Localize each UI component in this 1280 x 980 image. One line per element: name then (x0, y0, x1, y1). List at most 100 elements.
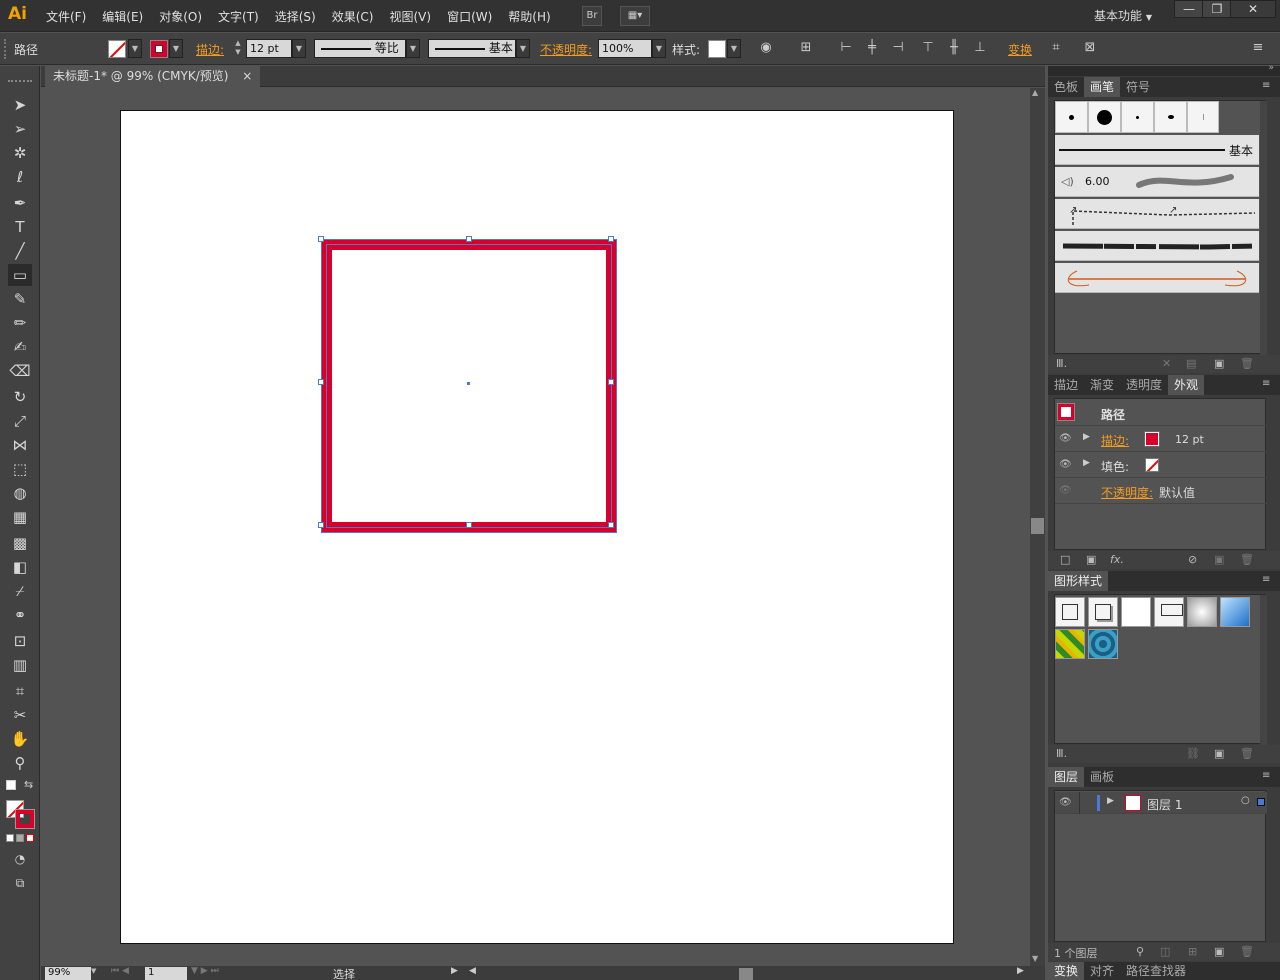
expand-triangle-icon[interactable]: ▶ (1083, 432, 1090, 442)
stroke-label-link[interactable]: 描边: (196, 41, 224, 58)
brush-swatch[interactable] (1121, 101, 1154, 133)
tab-brushes[interactable]: 画笔 (1084, 77, 1121, 97)
tab-appearance[interactable]: 外观 (1168, 375, 1205, 395)
stroke-swatch[interactable] (150, 40, 168, 58)
menu-view[interactable]: 视图(V) (381, 8, 439, 25)
mesh-tool-icon[interactable]: ▩ (8, 532, 32, 554)
layers-panel-menu-icon[interactable]: ≡ (1262, 770, 1270, 781)
delete-item-icon[interactable]: 🗑 (1240, 553, 1254, 566)
rotate-tool-icon[interactable]: ↻ (8, 386, 32, 408)
add-fill-icon[interactable]: ▣ (1086, 553, 1096, 566)
next-page-icon[interactable]: ▼ ▶ ⏭ (191, 966, 219, 976)
color-button-icon[interactable] (6, 834, 14, 842)
eyedropper-tool-icon[interactable]: ⌿ (8, 580, 32, 602)
free-transform-tool-icon[interactable]: ⬚ (8, 458, 32, 480)
magic-wand-tool-icon[interactable]: ✲ (8, 142, 32, 164)
brush-swatch[interactable] (1055, 101, 1088, 133)
pencil-tool-icon[interactable]: ✏ (8, 312, 32, 334)
appearance-stroke-label[interactable]: 描边: (1101, 432, 1129, 449)
tab-gradient[interactable]: 渐变 (1084, 375, 1120, 395)
scale-tool-icon[interactable]: ⤢ (8, 410, 32, 432)
appearance-opacity-row[interactable]: 👁 不透明度: 默认值 (1055, 479, 1267, 504)
handle-bottom-center[interactable] (466, 522, 472, 528)
graphic-styles-menu-icon[interactable]: ≡ (1262, 574, 1270, 585)
graphic-style-swatch[interactable] (708, 40, 726, 58)
width-tool-icon[interactable]: ⋈ (8, 434, 32, 456)
brush-libraries-icon[interactable]: Ⅲ. (1056, 357, 1067, 370)
stroke-color-box[interactable] (15, 809, 35, 829)
brush-swatch[interactable] (1187, 101, 1219, 133)
add-stroke-icon[interactable]: □ (1060, 553, 1070, 566)
stroke-weight-field[interactable]: 12 pt (246, 39, 292, 58)
isolate-icon[interactable]: ⌗ (1048, 40, 1064, 56)
page-field[interactable]: 1 (145, 967, 187, 980)
menu-edit[interactable]: 编辑(E) (94, 8, 151, 25)
selection-tool-icon[interactable]: ➤ (8, 94, 32, 116)
brushes-scrollbar[interactable] (1260, 101, 1267, 355)
brush-row-pattern[interactable]: ↗ ↗ (1055, 199, 1259, 229)
handle-middle-right[interactable] (608, 379, 614, 385)
none-button-icon[interactable] (26, 834, 34, 842)
style-outline[interactable] (1154, 597, 1184, 627)
opacity-field[interactable]: 100% (598, 39, 652, 58)
align-middle-icon[interactable]: ╫ (946, 40, 962, 56)
hscroll-thumb[interactable] (739, 968, 753, 980)
delete-layer-icon[interactable]: 🗑 (1240, 945, 1254, 958)
menu-object[interactable]: 对象(O) (151, 8, 210, 25)
new-style-icon[interactable]: ▣ (1214, 747, 1224, 760)
opacity-label-link[interactable]: 不透明度: (540, 41, 592, 58)
brush-row-art[interactable] (1055, 263, 1259, 293)
brushes-panel-menu-icon[interactable]: ≡ (1262, 80, 1270, 91)
eraser-tool-icon[interactable]: ⌫ (8, 360, 32, 382)
stroke-weight-dropdown[interactable]: ▼ (292, 39, 306, 58)
locate-object-icon[interactable]: ⚲ (1136, 945, 1144, 958)
delete-style-icon[interactable]: 🗑 (1240, 747, 1254, 760)
artboard[interactable] (120, 110, 954, 944)
selected-rectangle[interactable] (321, 239, 617, 533)
rectangle-tool-icon[interactable]: ▭ (8, 264, 32, 286)
selection-indicator[interactable] (1257, 798, 1265, 806)
new-sublayer-icon[interactable]: ⊞ (1188, 945, 1197, 958)
scroll-thumb[interactable] (1031, 518, 1044, 534)
appearance-object-row[interactable]: 路径 (1055, 401, 1267, 426)
tab-transform[interactable]: 变换 (1048, 962, 1085, 980)
menu-help[interactable]: 帮助(H) (500, 8, 558, 25)
tab-transparency[interactable]: 透明度 (1120, 375, 1168, 395)
add-effect-icon[interactable]: fx. (1110, 553, 1124, 566)
gradient-button-icon[interactable] (16, 834, 24, 842)
handle-top-left[interactable] (318, 236, 324, 242)
target-circle-icon[interactable]: ○ (1241, 795, 1250, 806)
scroll-up-icon[interactable]: ▲ (1032, 88, 1038, 97)
fill-swatch[interactable] (108, 40, 126, 58)
eye-icon[interactable]: 👁 (1059, 459, 1073, 471)
appearance-stroke-weight[interactable]: 12 pt (1175, 433, 1204, 446)
lasso-tool-icon[interactable]: ℓ (8, 166, 32, 188)
new-layer-icon[interactable]: ▣ (1214, 945, 1224, 958)
artboard-tool-icon[interactable]: ⌗ (8, 680, 32, 702)
bridge-button[interactable]: Br (582, 6, 602, 26)
brush-row-charcoal[interactable] (1055, 231, 1259, 261)
shape-builder-tool-icon[interactable]: ◍ (8, 482, 32, 504)
arrange-documents-button[interactable]: ▦▾ (620, 6, 650, 26)
style-green-pattern[interactable] (1055, 629, 1085, 659)
screen-mode-icon[interactable]: ⧉ (8, 872, 32, 894)
tab-artboards[interactable]: 画板 (1084, 767, 1120, 787)
zoom-field[interactable]: 99% (45, 967, 91, 980)
paintbrush-tool-icon[interactable]: ✎ (8, 288, 32, 310)
appearance-stroke-row[interactable]: 👁 ▶ 描边: 12 pt (1055, 427, 1267, 452)
stroke-dropdown[interactable]: ▼ (169, 39, 183, 58)
line-tool-icon[interactable]: ╱ (8, 240, 32, 262)
tab-symbols[interactable]: 符号 (1120, 77, 1156, 97)
opacity-dropdown[interactable]: ▼ (652, 39, 666, 58)
brush-dropdown[interactable]: ▼ (516, 39, 530, 58)
handle-top-right[interactable] (608, 236, 614, 242)
align-bottom-icon[interactable]: ⊥ (972, 40, 988, 56)
pen-tool-icon[interactable]: ✒ (8, 192, 32, 214)
align-left-icon[interactable]: ⊢ (838, 40, 854, 56)
align-top-icon[interactable]: ⊤ (920, 40, 936, 56)
symbol-sprayer-tool-icon[interactable]: ⊡ (8, 630, 32, 652)
blob-brush-tool-icon[interactable]: ✍ (8, 336, 32, 358)
menu-window[interactable]: 窗口(W) (439, 8, 500, 25)
style-blue[interactable] (1220, 597, 1250, 627)
layer-row[interactable]: 👁 ▶ 图层 1 ○ (1055, 792, 1267, 814)
